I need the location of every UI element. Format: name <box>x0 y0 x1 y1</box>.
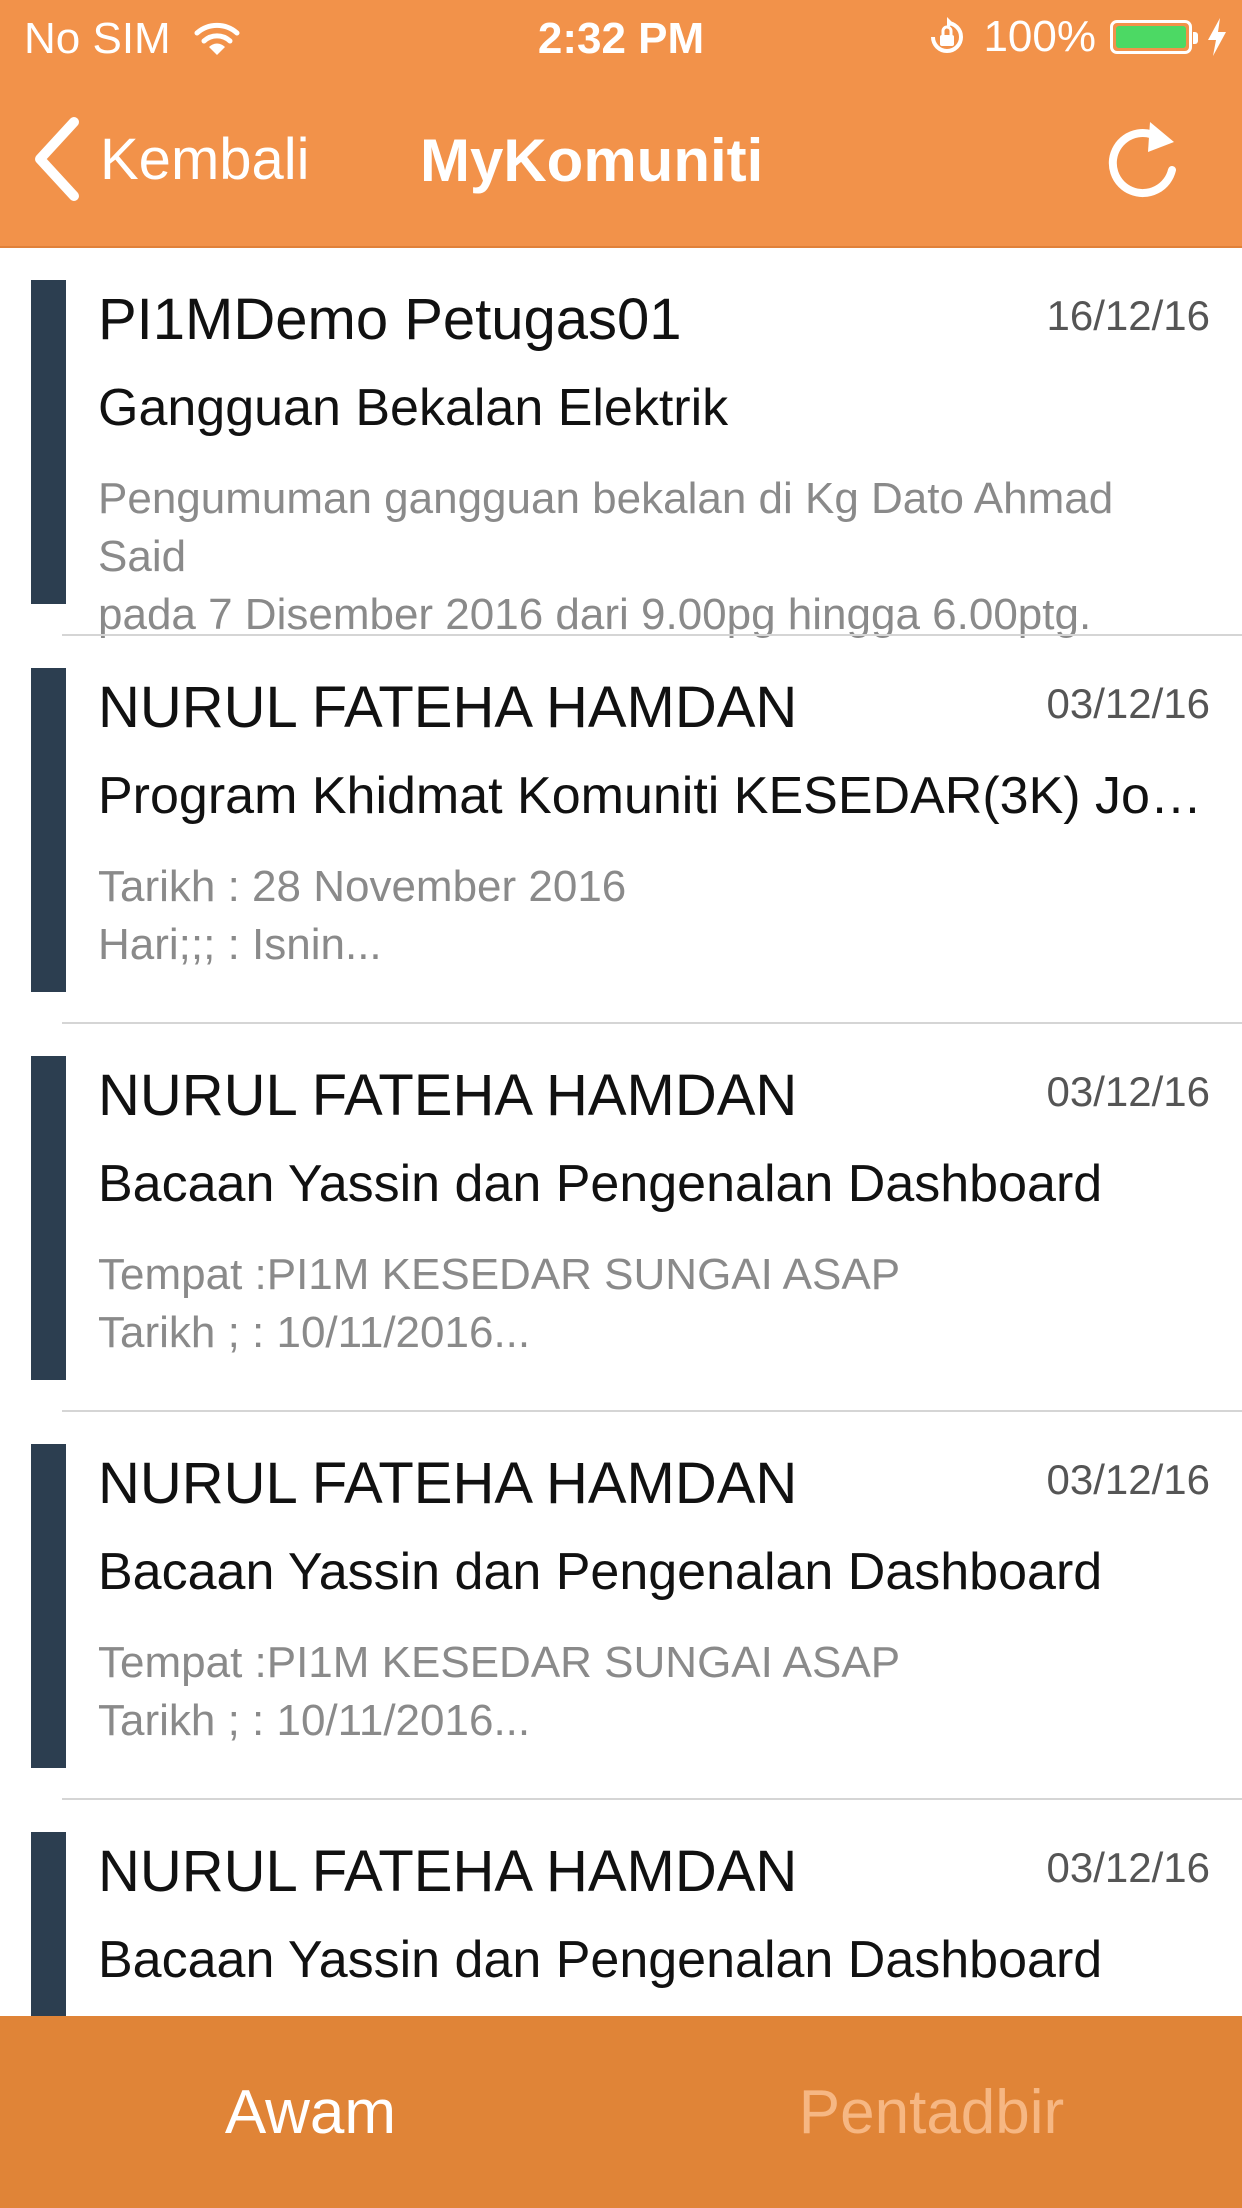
item-date: 16/12/16 <box>1046 292 1211 339</box>
refresh-icon[interactable] <box>1104 116 1184 206</box>
item-author: PI1MDemo Petugas01 <box>98 287 682 352</box>
announcement-list: PI1MDemo Petugas01 16/12/16 Gangguan Bek… <box>0 248 1242 2016</box>
item-body: Tempat :PI1M KESEDAR SUNGAI ASAP Tarikh … <box>98 1250 901 1357</box>
charging-bolt-icon <box>1208 18 1226 56</box>
battery-icon <box>1110 20 1198 54</box>
item-body: Tarikh : 28 November 2016 Hari;;; : Isni… <box>98 862 627 969</box>
chevron-left-icon <box>35 117 79 201</box>
list-item[interactable]: PI1MDemo Petugas01 16/12/16 Gangguan Bek… <box>0 248 1242 639</box>
status-bar: No SIM 2:32 PM 100% <box>0 0 1242 80</box>
item-author: NURUL FATEHA HAMDAN <box>98 675 798 740</box>
list-item[interactable]: NURUL FATEHA HAMDAN 03/12/16 Bacaan Yass… <box>0 1412 1242 1800</box>
item-title: Bacaan Yassin dan Pengenalan Dashboard <box>98 1155 1103 1213</box>
accent-bar <box>31 668 66 992</box>
accent-bar <box>31 280 66 604</box>
page-title: MyKomuniti <box>420 127 764 194</box>
item-body: Pengumuman gangguan bekalan di Kg Dato A… <box>98 474 1114 639</box>
item-title: Program Khidmat Komuniti KESEDAR(3K) Jom… <box>98 767 1208 825</box>
tab-awam[interactable]: Awam <box>0 2016 621 2208</box>
battery-percent: 100% <box>983 12 1096 61</box>
item-author: NURUL FATEHA HAMDAN <box>98 1063 798 1128</box>
item-date: 03/12/16 <box>1046 1068 1211 1115</box>
battery-fill <box>1116 26 1186 48</box>
tab-pentadbir[interactable]: Pentadbir <box>621 2016 1242 2208</box>
accent-bar <box>31 1444 66 1768</box>
rotation-lock-icon <box>931 17 964 53</box>
status-right: 100% <box>911 12 1228 62</box>
item-title: Gangguan Bekalan Elektrik <box>98 379 729 437</box>
item-date: 03/12/16 <box>1046 1844 1211 1891</box>
item-body: Tempat :PI1M KESEDAR SUNGAI ASAP Tarikh … <box>98 1638 901 1745</box>
item-date: 03/12/16 <box>1046 1456 1211 1503</box>
battery-nub <box>1193 32 1198 44</box>
item-author: NURUL FATEHA HAMDAN <box>98 1839 798 1904</box>
tab-bar: Awam Pentadbir <box>0 2016 1242 2208</box>
list-item[interactable]: NURUL FATEHA HAMDAN 03/12/16 Program Khi… <box>0 636 1242 1024</box>
list-item[interactable]: NURUL FATEHA HAMDAN 03/12/16 Bacaan Yass… <box>0 1800 1242 2016</box>
accent-bar <box>31 1056 66 1380</box>
item-title: Bacaan Yassin dan Pengenalan Dashboard <box>98 1931 1103 1989</box>
accent-bar <box>31 1832 66 2016</box>
list-item[interactable]: NURUL FATEHA HAMDAN 03/12/16 Bacaan Yass… <box>0 1024 1242 1412</box>
back-button[interactable]: Kembali <box>30 116 310 202</box>
header: No SIM 2:32 PM 100% Kembali MyKomuniti <box>0 0 1242 248</box>
item-title: Bacaan Yassin dan Pengenalan Dashboard <box>98 1543 1103 1601</box>
back-label: Kembali <box>100 126 310 192</box>
item-author: NURUL FATEHA HAMDAN <box>98 1451 798 1516</box>
item-date: 03/12/16 <box>1046 680 1211 727</box>
nav-bar: Kembali MyKomuniti <box>0 80 1242 246</box>
